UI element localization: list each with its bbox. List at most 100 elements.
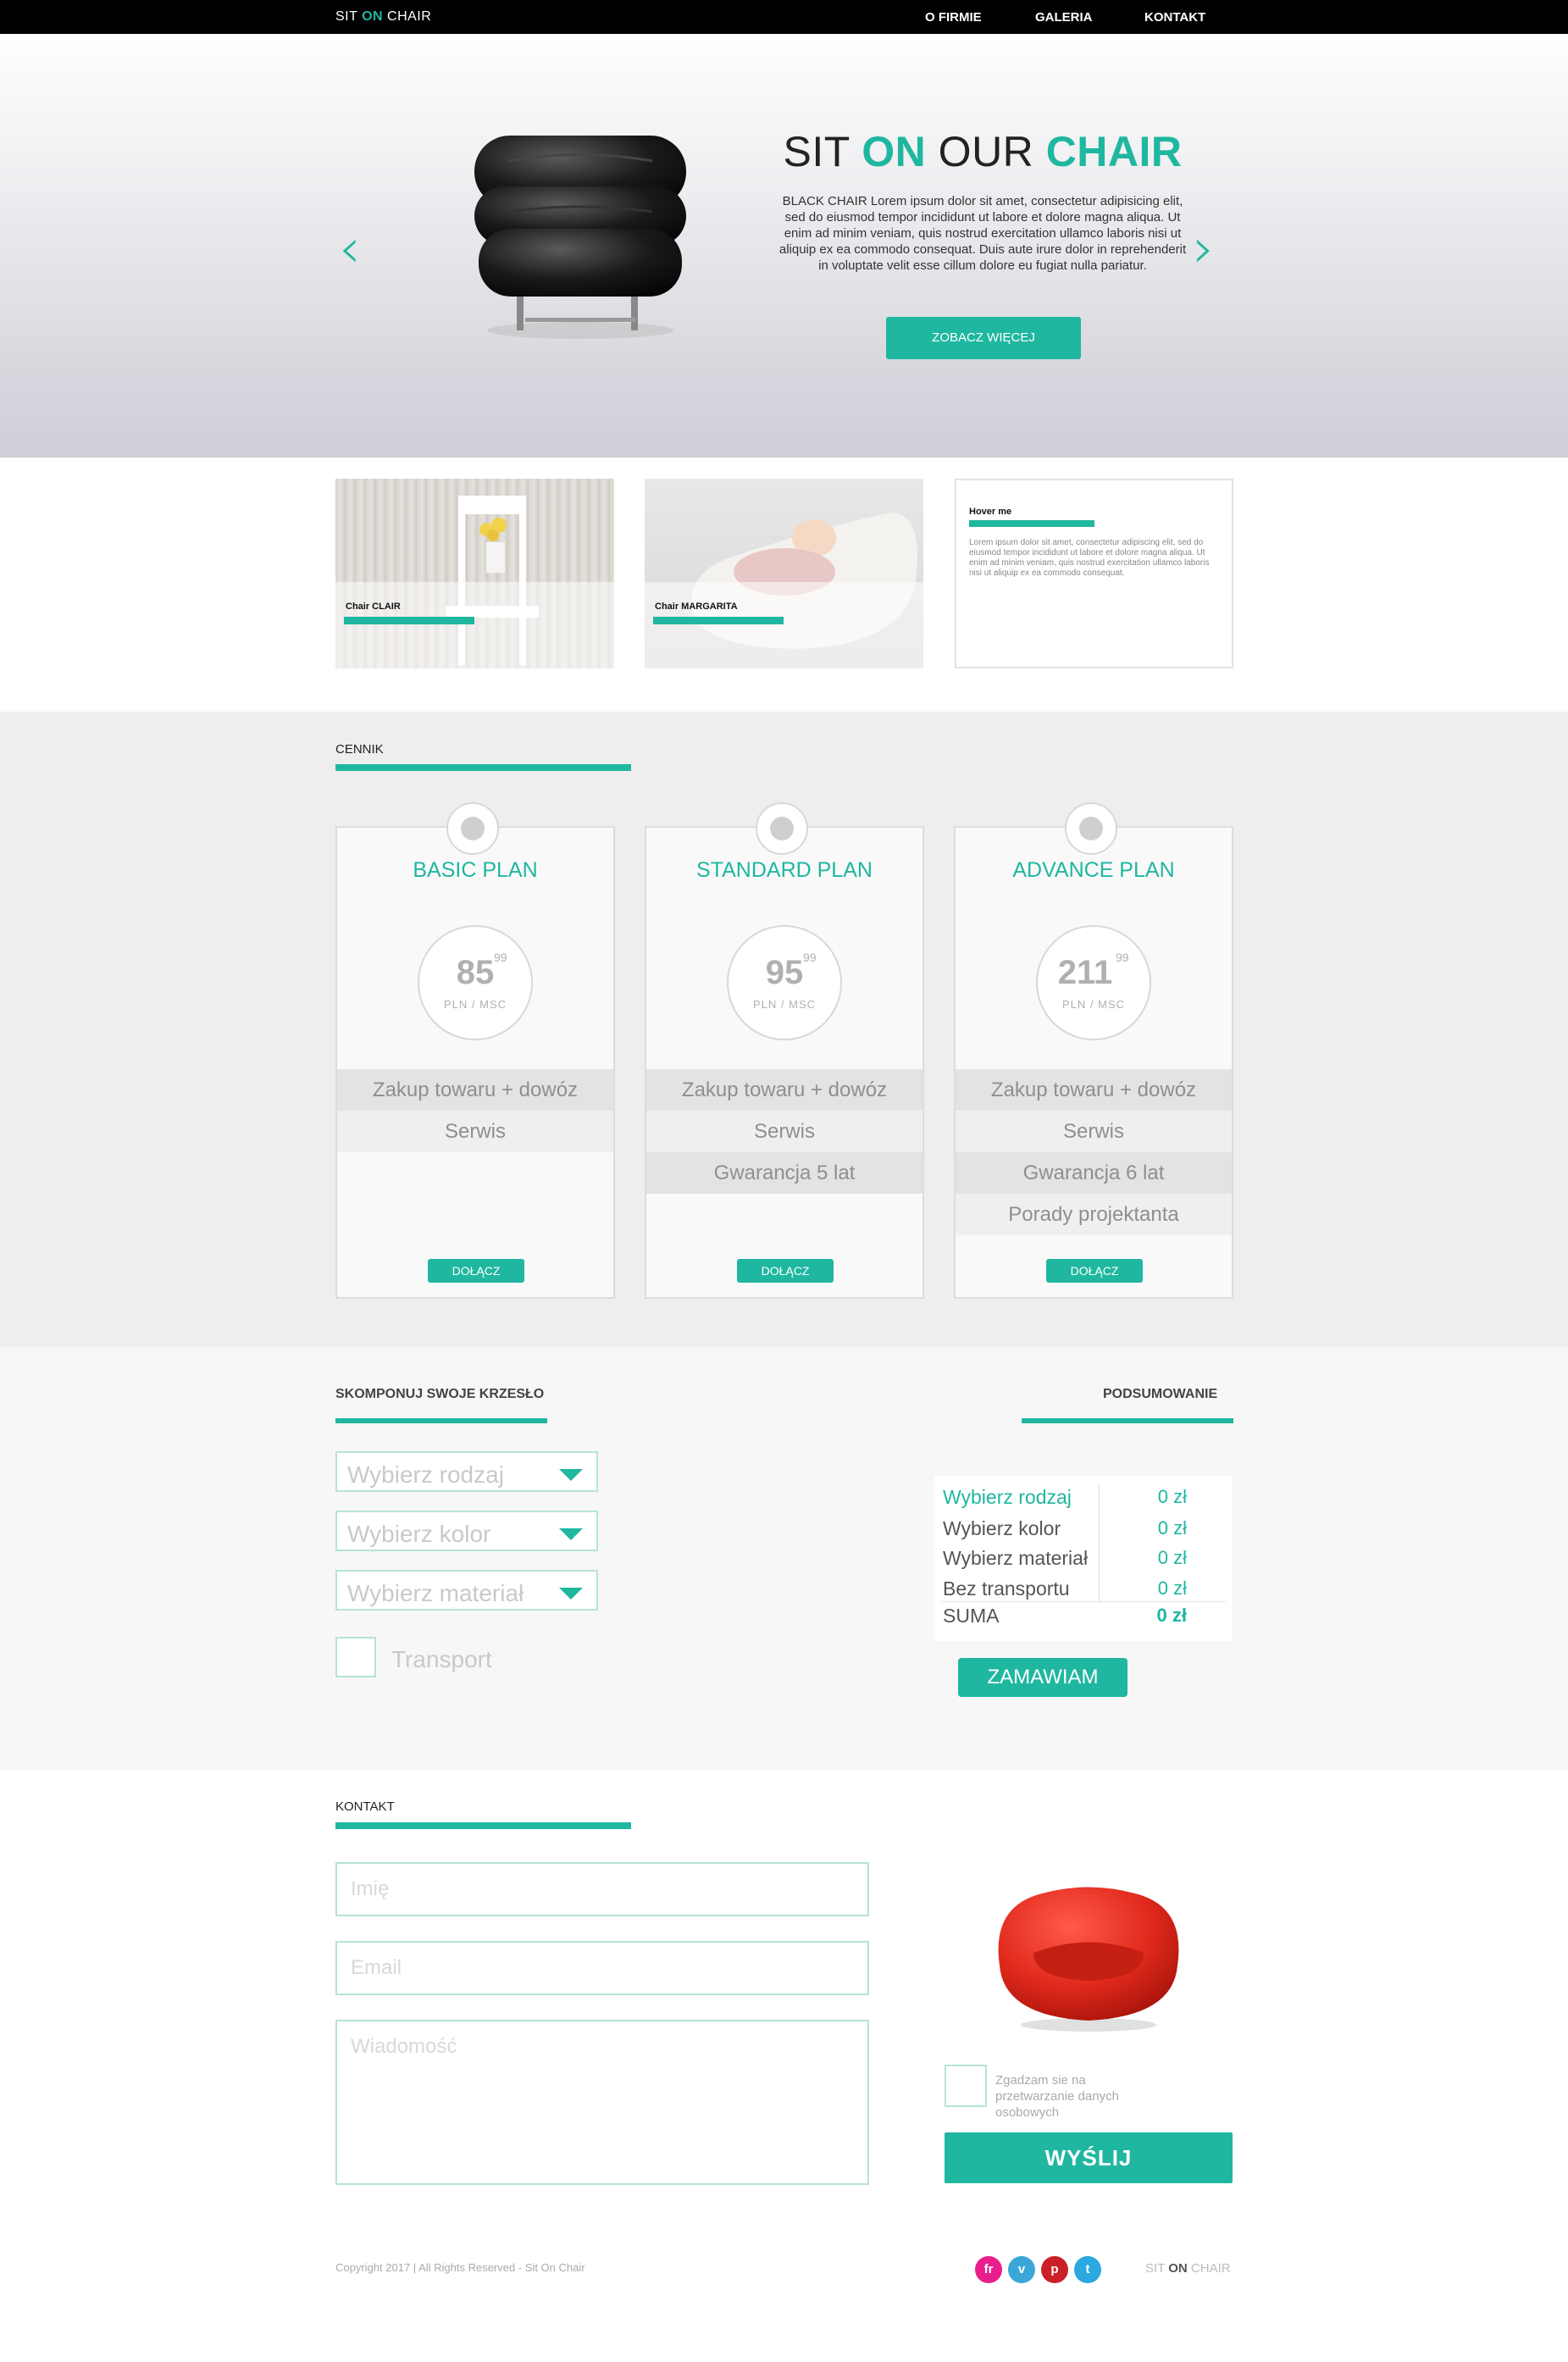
plan-marker-icon: [446, 802, 499, 855]
card-accent-bar: [344, 617, 474, 624]
card-label: Chair CLAIR: [346, 602, 401, 612]
message-field[interactable]: Wiadomość: [335, 2020, 869, 2185]
summary-row-value: 0 zł: [1157, 1547, 1187, 1568]
select-type[interactable]: Wybierz rodzaj: [335, 1451, 598, 1492]
chevron-right-icon[interactable]: ›: [1193, 222, 1215, 276]
plan-name: BASIC PLAN: [413, 858, 538, 882]
join-button[interactable]: DOŁĄCZ: [737, 1259, 834, 1283]
hover-card-text: Lorem ipsum dolor sit amet, consectetur …: [969, 538, 1210, 578]
price-cents: 99: [494, 951, 507, 964]
top-nav: [0, 0, 1568, 34]
brand-logo[interactable]: SIT ON CHAIR: [335, 9, 431, 25]
pricing-title-bar: [335, 764, 631, 771]
order-button[interactable]: ZAMAWIAM: [958, 1658, 1128, 1697]
plan-feature: Serwis: [956, 1111, 1232, 1152]
logo-highlight: ON: [362, 9, 384, 24]
message-placeholder: Wiadomość: [351, 2035, 457, 2058]
summary-title-bar: [1022, 1418, 1233, 1423]
dropdown-arrow-icon: [559, 1588, 583, 1600]
dropdown-arrow-icon: [559, 1528, 583, 1540]
plan-feature: Zakup towaru + dowóz: [956, 1069, 1232, 1111]
contact-title-bar: [335, 1822, 631, 1829]
transport-label: Transport: [391, 1646, 492, 1672]
select-material[interactable]: Wybierz materiał: [335, 1570, 598, 1611]
email-placeholder: Email: [351, 1956, 402, 1979]
transport-checkbox[interactable]: [335, 1637, 376, 1677]
nav-item-galeria[interactable]: GALERIA: [1035, 10, 1093, 25]
select-type-value: Wybierz rodzaj: [347, 1461, 504, 1488]
chevron-left-icon[interactable]: ‹: [339, 222, 361, 276]
price-badge: 85 99 PLN / MSC: [418, 925, 533, 1040]
price-unit: PLN / MSC: [1061, 998, 1125, 1011]
name-field[interactable]: Imię: [335, 1862, 869, 1916]
plan-marker-icon: [756, 802, 808, 855]
plan-feature: Serwis: [646, 1111, 923, 1152]
twitter-icon[interactable]: t: [1074, 2256, 1101, 2283]
nav-item-kontakt[interactable]: KONTAKT: [1144, 10, 1205, 25]
select-color[interactable]: Wybierz kolor: [335, 1511, 598, 1551]
summary-row-label: Bez transportu: [943, 1577, 1070, 1600]
hover-card-bar: [969, 520, 1094, 527]
gallery-card-margarita[interactable]: Chair MARGARITA: [645, 479, 923, 668]
summary-divider: [1099, 1484, 1100, 1603]
hover-card[interactable]: Hover me Lorem ipsum dolor sit amet, con…: [955, 479, 1233, 668]
gallery-card-clair[interactable]: Chair CLAIR: [335, 479, 614, 668]
plan-feature: Serwis: [337, 1111, 613, 1152]
plan-feature: Zakup towaru + dowóz: [646, 1069, 923, 1111]
summary-row-label: Wybierz rodzaj: [943, 1486, 1072, 1508]
logo-suffix: CHAIR: [387, 9, 432, 24]
price-unit: PLN / MSC: [752, 998, 816, 1011]
summary-title: PODSUMOWANIE: [1103, 1387, 1218, 1401]
hero-title: SIT ON OUR CHAIR: [783, 128, 1183, 175]
name-placeholder: Imię: [351, 1877, 390, 1900]
price-cents: 99: [1116, 951, 1129, 964]
facebook-icon[interactable]: fr: [975, 2256, 1002, 2283]
copyright-text: Copyright 2017 | All Rights Reserved - S…: [335, 2261, 585, 2274]
plan-feature: Zakup towaru + dowóz: [337, 1069, 613, 1111]
plan-card-advance: ADVANCE PLAN 211 99 PLN / MSC Zakup towa…: [954, 802, 1233, 1299]
configurator-title-bar: [335, 1418, 547, 1423]
summary-sum-value: 0 zł: [1156, 1605, 1187, 1626]
summary-sum-label: SUMA: [943, 1605, 1000, 1627]
plan-name: STANDARD PLAN: [696, 858, 873, 882]
select-color-value: Wybierz kolor: [347, 1521, 491, 1547]
price-value: 85: [456, 954, 495, 991]
plan-feature: Gwarancja 6 lat: [956, 1152, 1232, 1194]
nav-item-o-firmie[interactable]: O FIRMIE: [925, 10, 982, 25]
price-cents: 99: [803, 951, 817, 964]
contact-title: KONTAKT: [335, 1799, 395, 1814]
summary-row-label: Wybierz materiał: [943, 1547, 1089, 1569]
card-label: Chair MARGARITA: [655, 602, 738, 612]
summary-row-value: 0 zł: [1157, 1517, 1187, 1539]
price-badge: 95 99 PLN / MSC: [727, 925, 842, 1040]
send-button[interactable]: WYŚLIJ: [945, 2132, 1233, 2183]
dropdown-arrow-icon: [559, 1469, 583, 1481]
join-button[interactable]: DOŁĄCZ: [1046, 1259, 1143, 1283]
plan-marker-icon: [1065, 802, 1117, 855]
hero-description: BLACK CHAIR Lorem ipsum dolor sit amet, …: [778, 194, 1187, 273]
hover-card-title: Hover me: [969, 507, 1012, 517]
footer-logo[interactable]: SIT ON CHAIR: [1145, 2261, 1231, 2276]
card-accent-bar: [653, 617, 784, 624]
pricing-title: CENNIK: [335, 742, 384, 757]
consent-checkbox[interactable]: [945, 2065, 987, 2107]
summary-row-label: Wybierz kolor: [943, 1517, 1061, 1539]
price-value: 95: [765, 954, 804, 991]
plan-feature: Gwarancja 5 lat: [646, 1152, 923, 1194]
join-button[interactable]: DOŁĄCZ: [428, 1259, 524, 1283]
plan-name: ADVANCE PLAN: [1012, 858, 1175, 882]
configurator-title: SKOMPONUJ SWOJE KRZESŁO: [335, 1387, 545, 1401]
plan-feature: Porady projektanta: [956, 1194, 1232, 1235]
logo-prefix: SIT: [335, 9, 358, 24]
black-armchair-image: [474, 136, 686, 339]
plan-card-basic: BASIC PLAN 85 99 PLN / MSC Zakup towaru …: [335, 802, 615, 1299]
see-more-button[interactable]: ZOBACZ WIĘCEJ: [886, 317, 1081, 359]
red-armchair-image: [998, 1887, 1179, 2032]
vimeo-icon[interactable]: v: [1008, 2256, 1035, 2283]
price-unit: PLN / MSC: [443, 998, 507, 1011]
plan-card-standard: STANDARD PLAN 95 99 PLN / MSC Zakup towa…: [645, 802, 924, 1299]
select-material-value: Wybierz materiał: [347, 1580, 524, 1606]
pinterest-icon[interactable]: p: [1041, 2256, 1068, 2283]
email-field[interactable]: Email: [335, 1941, 869, 1995]
summary-row-value: 0 zł: [1157, 1577, 1187, 1599]
